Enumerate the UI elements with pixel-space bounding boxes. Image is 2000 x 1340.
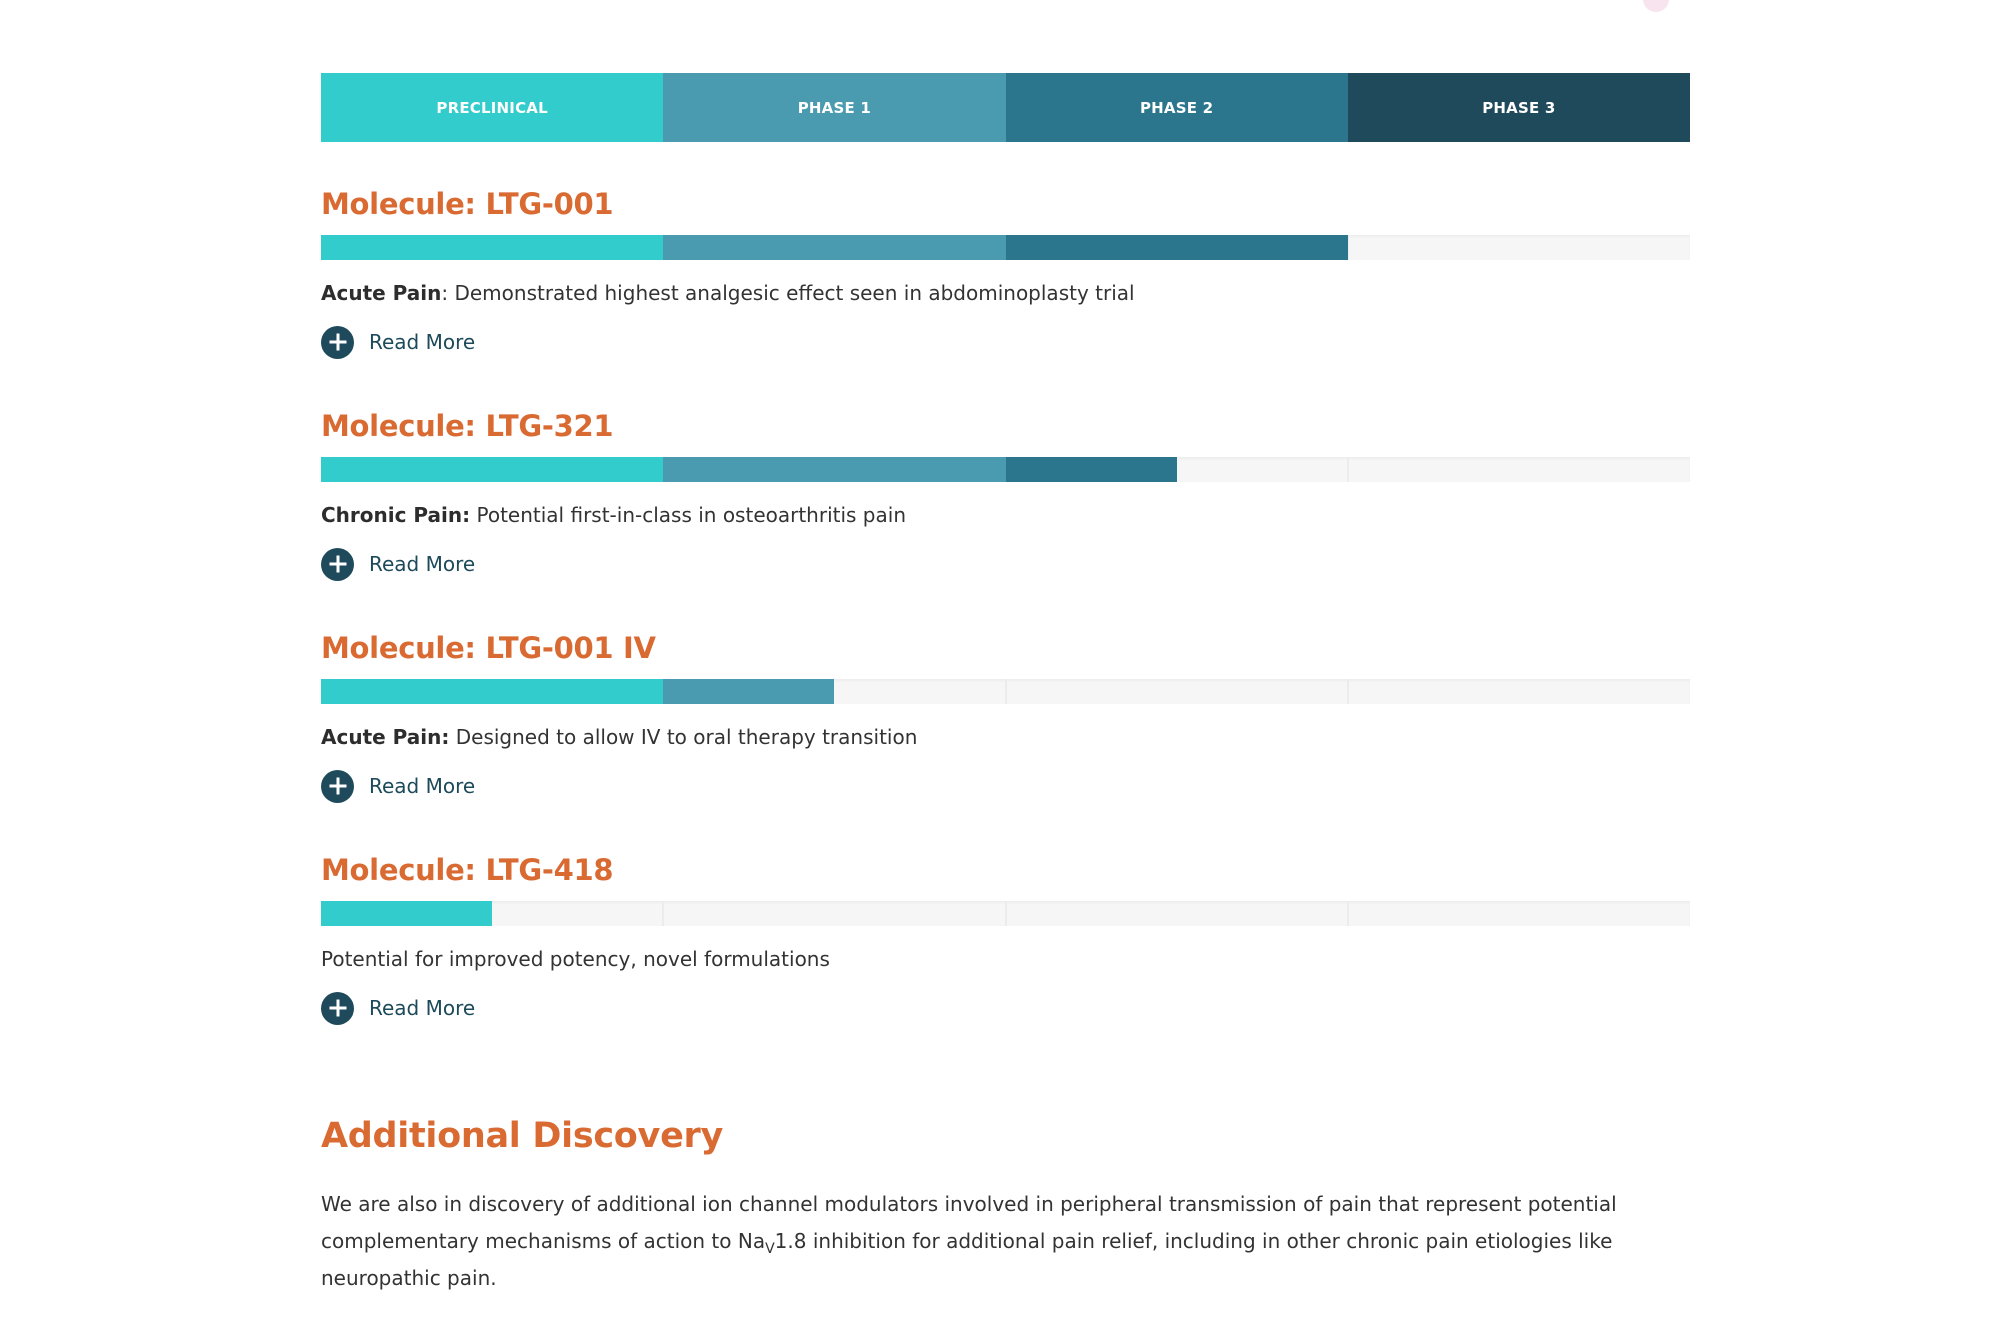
progress-bar [321,457,1690,482]
read-more-label[interactable]: Read More [369,774,475,798]
section-title: Additional Discovery [321,1116,723,1156]
progress-segment-preclinical [321,457,664,482]
plus-circle-icon[interactable] [321,991,354,1025]
molecule-ltg-001-iv: Molecule: LTG-001 IV Acute Pain: Designe… [321,586,1690,808]
phase-divider [1347,901,1349,926]
plus-circle-icon[interactable] [321,325,354,359]
description-text: : Demonstrated highest analgesic effect … [441,281,1135,305]
molecule-description: Acute Pain: Designed to allow IV to oral… [321,723,1690,751]
molecule-ltg-001: Molecule: LTG-001 Acute Pain: Demonstrat… [321,142,1690,364]
description-text: Designed to allow IV to oral therapy tra… [449,725,918,749]
phase-divider [1005,679,1007,704]
phase-2: PHASE 2 [1005,73,1348,142]
progress-segment-preclinical [321,235,664,260]
progress-segment-preclinical [321,901,492,926]
subscript-v: V [765,1241,775,1257]
phase-divider [662,901,664,926]
pipeline-page: PRECLINICAL PHASE 1 PHASE 2 PHASE 3 Mole… [0,0,2000,1340]
molecule-title: Molecule: LTG-418 [321,853,614,887]
molecule-description: Acute Pain: Demonstrated highest analges… [321,279,1690,307]
description-text: Potential first-in-class in osteoarthrit… [470,503,906,527]
phase-header: PRECLINICAL PHASE 1 PHASE 2 PHASE 3 [321,73,1690,142]
progress-bar [321,901,1690,926]
phase-divider [1347,679,1349,704]
read-more-label[interactable]: Read More [369,996,475,1020]
progress-fill [321,679,834,704]
molecule-description: Potential for improved potency, novel fo… [321,945,1690,973]
additional-discovery-section: Additional Discovery We are also in disc… [321,1114,1690,1297]
progress-segment-phase-1 [663,457,1006,482]
read-more-button[interactable]: Read More [321,769,1690,803]
molecule-title: Molecule: LTG-321 [321,409,614,443]
indication-label: Acute Pain [321,281,442,305]
read-more-label[interactable]: Read More [369,330,475,354]
progress-segment-phase-2 [1005,235,1348,260]
progress-fill [321,235,1348,260]
indication-label: Chronic Pain: [321,503,471,527]
phase-divider [1347,457,1349,482]
pipeline-section: PRECLINICAL PHASE 1 PHASE 2 PHASE 3 Mole… [321,73,1690,1030]
molecule-description: Chronic Pain: Potential first-in-class i… [321,501,1690,529]
progress-segment-phase-1 [663,235,1006,260]
plus-circle-icon[interactable] [321,547,354,581]
phase-3: PHASE 3 [1347,73,1690,142]
molecule-title: Molecule: LTG-001 [321,187,614,221]
molecule-title: Molecule: LTG-001 IV [321,631,656,665]
read-more-label[interactable]: Read More [369,552,475,576]
progress-segment-phase-1 [663,679,834,704]
progress-segment-preclinical [321,679,664,704]
indication-label: Acute Pain: [321,725,450,749]
progress-fill [321,457,1177,482]
molecule-ltg-321: Molecule: LTG-321 Chronic Pain: Potentia… [321,364,1690,586]
progress-bar [321,235,1690,260]
plus-circle-icon[interactable] [321,769,354,803]
read-more-button[interactable]: Read More [321,547,1690,581]
progress-fill [321,901,492,926]
read-more-button[interactable]: Read More [321,325,1690,359]
progress-segment-phase-2 [1005,457,1177,482]
progress-bar [321,679,1690,704]
phase-1: PHASE 1 [663,73,1006,142]
section-body: We are also in discovery of additional i… [321,1186,1621,1297]
molecule-ltg-418: Molecule: LTG-418 Potential for improved… [321,808,1690,1030]
phase-preclinical: PRECLINICAL [321,73,664,142]
read-more-button[interactable]: Read More [321,991,1690,1025]
decorative-dot [1643,0,1669,12]
phase-divider [1005,901,1007,926]
description-text: Potential for improved potency, novel fo… [321,947,830,971]
